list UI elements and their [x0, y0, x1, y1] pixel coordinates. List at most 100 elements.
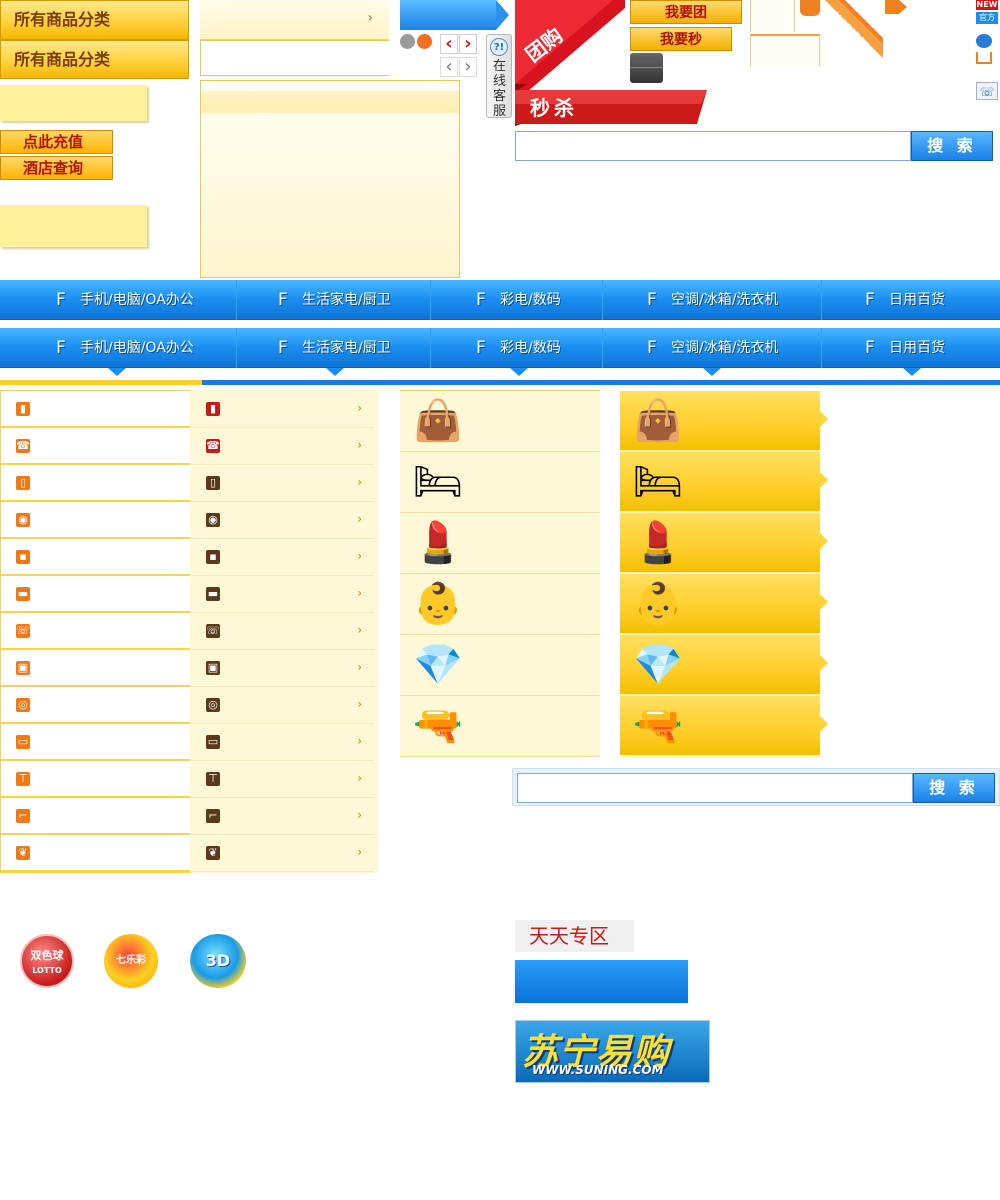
dropdown-item[interactable]: › — [200, 0, 389, 40]
online-service-tab[interactable]: ?! 在线客服 — [486, 34, 512, 119]
category-item[interactable]: ▣ › — [192, 650, 374, 687]
category-item[interactable]: ☏ › — [192, 613, 374, 650]
nav-item-ac-fridge[interactable]: F 空调/冰箱/洗衣机 — [647, 328, 817, 368]
television-icon: ▣ — [206, 661, 220, 675]
category-item[interactable]: ▬ — [0, 575, 192, 614]
sd-card-icon: ▮ — [16, 402, 30, 416]
product-item[interactable]: 💎 — [400, 635, 600, 696]
search-input[interactable] — [517, 773, 913, 803]
product-item[interactable]: 🛏 — [400, 452, 600, 513]
nav-item-phone-pc[interactable]: F 手机/电脑/OA办公 — [56, 328, 226, 368]
category-item[interactable]: ❦ — [0, 834, 192, 873]
category-item[interactable]: ▣ — [0, 649, 192, 688]
category-item[interactable]: ⌐ › — [192, 798, 374, 835]
recharge-button[interactable]: 点此充值 — [0, 130, 113, 154]
tab-fragment-active[interactable] — [750, 34, 820, 66]
tab-fragment[interactable] — [750, 0, 795, 32]
category-item[interactable]: ◎ — [0, 686, 192, 725]
product-item-active[interactable]: 💄 — [620, 513, 828, 574]
lipstick-icon: 💄 — [413, 520, 463, 566]
phone-icon[interactable]: ☏ — [976, 82, 998, 100]
product-item-active[interactable]: 🛏 — [620, 452, 828, 513]
category-item[interactable]: ▯ — [0, 464, 192, 503]
category-item[interactable]: ❦ › — [192, 835, 374, 872]
nav-label: 日用百货 — [889, 340, 945, 356]
blue-tab[interactable] — [400, 0, 496, 30]
category-item[interactable]: ▮ — [0, 390, 192, 429]
want-group-button[interactable]: 我要团 — [630, 0, 742, 24]
category-item[interactable]: ⊤ › — [192, 761, 374, 798]
prev-arrow-icon[interactable]: ‹ — [440, 57, 458, 77]
all-categories-button[interactable]: 所有商品分类 — [0, 0, 189, 40]
product-item[interactable]: 👜 — [400, 391, 600, 452]
category-item[interactable]: ◉ › — [192, 502, 374, 539]
carousel-dot[interactable] — [400, 34, 415, 49]
nav-divider — [236, 280, 237, 320]
category-item[interactable]: ◎ › — [192, 687, 374, 724]
search-button[interactable]: 搜 索 — [911, 131, 993, 161]
search-button[interactable]: 搜 索 — [913, 773, 995, 803]
blue-tab-arrow — [496, 0, 509, 30]
speaker-icon: ◎ — [206, 698, 220, 712]
telephone-icon: ☏ — [206, 624, 220, 638]
nav-divider — [602, 328, 603, 368]
product-item-active[interactable]: 💎 — [620, 635, 828, 696]
category-item[interactable]: ⌐ — [0, 797, 192, 836]
category-item[interactable]: ▪ — [0, 538, 192, 577]
category-item[interactable]: ▭ — [0, 723, 192, 762]
product-item-active[interactable]: 👜 — [620, 391, 828, 452]
dark-button[interactable] — [630, 53, 663, 83]
cart-icon[interactable] — [976, 52, 992, 64]
nav-label: 彩电/数码 — [500, 340, 561, 356]
nav-item-ac-fridge[interactable]: F 空调/冰箱/洗衣机 — [647, 280, 817, 320]
nav-prefix: F — [278, 290, 288, 310]
nav-item-tv-digital[interactable]: F 彩电/数码 — [476, 280, 596, 320]
category-item[interactable]: ⊤ — [0, 760, 192, 799]
nav-item-appliances[interactable]: F 生活家电/厨卫 — [278, 328, 428, 368]
3d-lottery-icon[interactable]: 3D — [190, 934, 246, 988]
next-arrow-icon[interactable]: › — [459, 34, 477, 54]
want-seckill-button[interactable]: 我要秒 — [630, 27, 732, 51]
next-arrow-icon[interactable]: › — [459, 57, 477, 77]
nav-item-daily-goods[interactable]: F 日用百货 — [865, 328, 985, 368]
lottery-label: 双色球 — [30, 949, 64, 962]
toy-icon: ❦ — [206, 846, 220, 860]
search-input[interactable] — [515, 131, 911, 161]
television-icon: ▣ — [16, 661, 30, 675]
category-item[interactable]: ☎ › — [192, 428, 374, 465]
product-item-active[interactable]: 👶 — [620, 574, 828, 635]
blue-banner[interactable] — [515, 960, 688, 1003]
panel-header-strip — [201, 91, 459, 113]
phone-icon: ☎ — [16, 439, 30, 453]
nav-label: 手机/电脑/OA办公 — [80, 340, 194, 356]
chevron-right-icon: › — [357, 697, 362, 711]
nav-item-tv-digital[interactable]: F 彩电/数码 — [476, 328, 596, 368]
seven-lottery-icon[interactable]: 七乐彩 — [104, 934, 158, 988]
product-item[interactable]: 🔫 — [400, 696, 600, 757]
nav-item-daily-goods[interactable]: F 日用百货 — [865, 280, 985, 320]
category-item[interactable]: ◉ — [0, 501, 192, 540]
hotel-search-button[interactable]: 酒店查询 — [0, 156, 113, 180]
category-item[interactable]: ▯ › — [192, 465, 374, 502]
dropdown-item-active[interactable] — [200, 40, 389, 76]
category-item[interactable]: ▪ › — [192, 539, 374, 576]
product-item-active[interactable]: 🔫 — [620, 696, 828, 757]
nav-prefix: F — [865, 338, 875, 358]
nav-item-phone-pc[interactable]: F 手机/电脑/OA办公 — [56, 280, 226, 320]
hair-dryer-icon: 🔫 — [633, 703, 683, 749]
category-item[interactable]: ▬ › — [192, 576, 374, 613]
double-color-ball-icon[interactable]: 双色球 LOTTO — [20, 934, 74, 988]
user-icon[interactable] — [976, 34, 992, 48]
all-categories-button-hover[interactable]: 所有商品分类 — [0, 40, 189, 79]
category-item[interactable]: ▭ › — [192, 724, 374, 761]
product-item[interactable]: 👶 — [400, 574, 600, 635]
product-item[interactable]: 💄 — [400, 513, 600, 574]
suning-logo[interactable]: 苏宁易购 WWW.SUNING.COM — [515, 1020, 710, 1083]
note-panel — [0, 85, 147, 121]
prev-arrow-icon[interactable]: ‹ — [440, 34, 458, 54]
carousel-dot-active[interactable] — [417, 34, 432, 49]
category-item[interactable]: ☎ — [0, 427, 192, 466]
category-item[interactable]: ▮ › — [192, 391, 374, 428]
category-item[interactable]: ☏ — [0, 612, 192, 651]
nav-item-appliances[interactable]: F 生活家电/厨卫 — [278, 280, 428, 320]
